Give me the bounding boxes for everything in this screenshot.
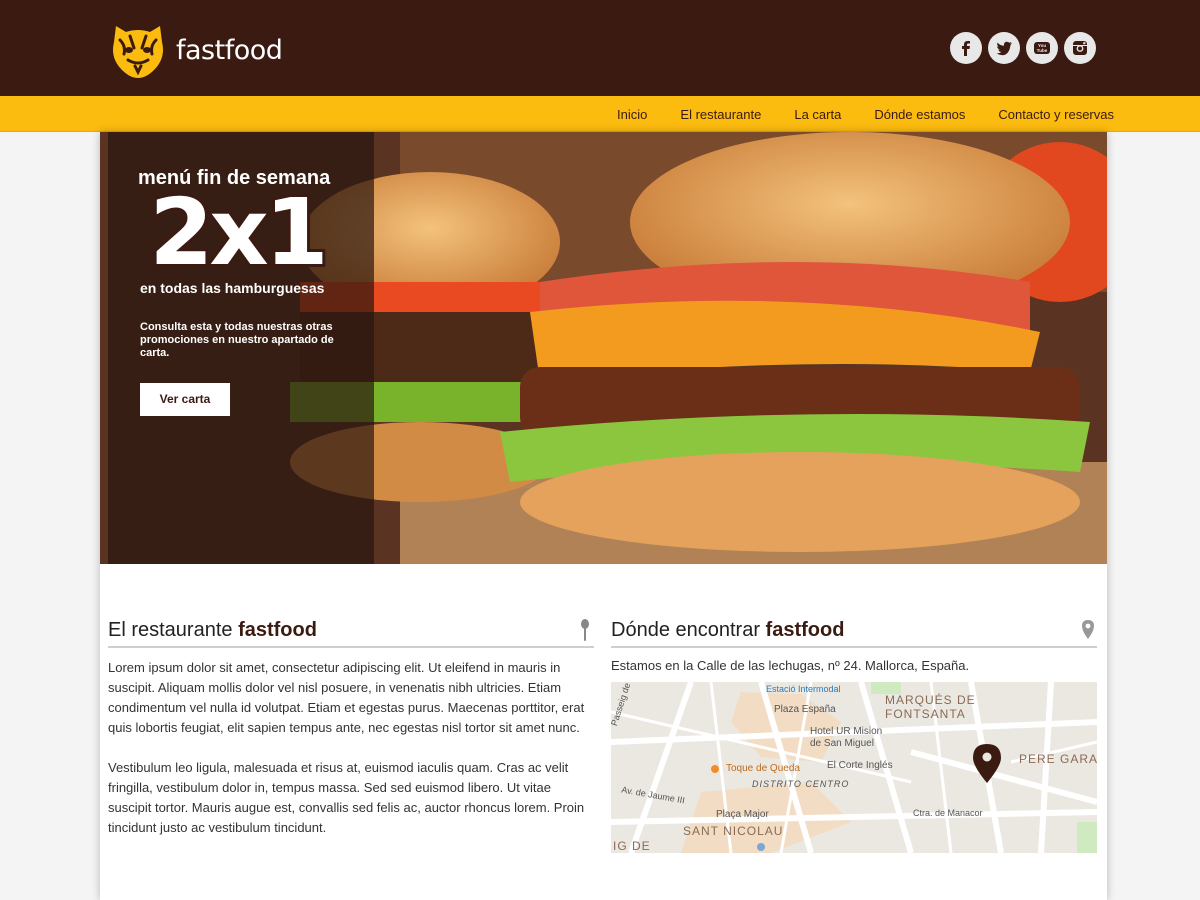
restaurant-paragraph-2: Vestibulum leo ligula, malesuada et risu…	[108, 760, 585, 835]
restaurant-heading: El restaurante fastfood	[108, 616, 594, 648]
restaurant-paragraph-1: Lorem ipsum dolor sit amet, consectetur …	[108, 660, 585, 735]
tiger-logo-icon	[113, 26, 163, 78]
location-title-prefix: Dónde encontrar	[611, 618, 766, 641]
nav-item-contacto[interactable]: Contacto y reservas	[998, 107, 1114, 122]
restaurant-title-prefix: El restaurante	[108, 618, 239, 641]
map-label-distrito: DISTRITO CENTRO	[752, 779, 850, 789]
map-label-hotel-1: Hotel UR Mision	[810, 726, 883, 737]
map-label-manacor: Ctra. de Manacor	[913, 808, 983, 818]
map-label-hotel-2: de San Miguel	[810, 738, 874, 749]
brand-logo[interactable]: fastfood	[108, 20, 283, 80]
location-pin-icon	[1082, 620, 1094, 639]
map-label-station: Estació Intermodal	[766, 684, 841, 694]
nav-item-restaurante[interactable]: El restaurante	[680, 107, 761, 122]
map-label-placa-major: Plaça Major	[716, 809, 769, 820]
map-label-plaza-espana: Plaza España	[774, 704, 836, 715]
restaurant-title-brand: fastfood	[238, 618, 317, 641]
map-label-fontsanta: FONTSANTA	[885, 707, 966, 721]
location-heading: Dónde encontrar fastfood	[611, 616, 1097, 648]
map-label-marques: MARQUÉS DE	[885, 693, 976, 707]
restaurant-section: El restaurante fastfood Lorem ipsum dolo…	[108, 616, 594, 838]
location-map[interactable]: Estació Intermodal MARQUÉS DE FONTSANTA …	[611, 682, 1097, 853]
brand-name: fastfood	[176, 34, 283, 66]
facebook-button[interactable]	[950, 32, 982, 64]
map-label-pere-gara: PERE GARA	[1019, 752, 1097, 766]
hero-banner: menú fin de semana 2x1 en todas las hamb…	[100, 132, 1107, 564]
main-nav: Inicio El restaurante La carta Dónde est…	[0, 96, 1200, 132]
promo-big-label: 2x1	[149, 184, 324, 278]
promo-subtitle: en todas las hamburguesas	[140, 280, 325, 296]
location-title-brand: fastfood	[765, 618, 845, 641]
svg-text:Tube: Tube	[1037, 48, 1048, 53]
restaurant-title: El restaurante fastfood	[108, 619, 317, 642]
map-label-ig-de: IG DE	[613, 839, 651, 853]
page-content: menú fin de semana 2x1 en todas las hamb…	[100, 132, 1107, 900]
map-label-toque: Toque de Queda	[726, 763, 800, 774]
nav-item-inicio[interactable]: Inicio	[617, 107, 647, 122]
location-title: Dónde encontrar fastfood	[611, 619, 844, 642]
twitter-icon	[996, 41, 1012, 56]
location-section: Dónde encontrar fastfood Estamos en la C…	[611, 616, 1097, 853]
nav-item-donde-estamos[interactable]: Dónde estamos	[874, 107, 965, 122]
promo-big-text: 2x1	[146, 184, 331, 278]
address-text: Estamos en la Calle de las lechugas, nº …	[611, 658, 970, 673]
instagram-button[interactable]	[1064, 32, 1096, 64]
youtube-icon: YouTube	[1034, 42, 1050, 54]
map-label-sant-nicolau: SANT NICOLAU	[683, 824, 784, 838]
twitter-button[interactable]	[988, 32, 1020, 64]
promo-panel: menú fin de semana 2x1 en todas las hamb…	[108, 132, 374, 564]
spoon-icon	[581, 619, 589, 641]
instagram-icon	[1073, 41, 1087, 55]
social-links: You Tube	[950, 32, 1096, 64]
promo-description: Consulta esta y todas nuestras otras pro…	[140, 321, 334, 359]
youtube-button[interactable]: You Tube	[1026, 32, 1058, 64]
site-header: fastfood You Tube	[0, 0, 1200, 96]
facebook-icon	[962, 41, 970, 56]
map-label-corte: El Corte Inglés	[827, 760, 893, 771]
nav-item-carta[interactable]: La carta	[794, 107, 841, 122]
ver-carta-button[interactable]: Ver carta	[140, 383, 230, 416]
